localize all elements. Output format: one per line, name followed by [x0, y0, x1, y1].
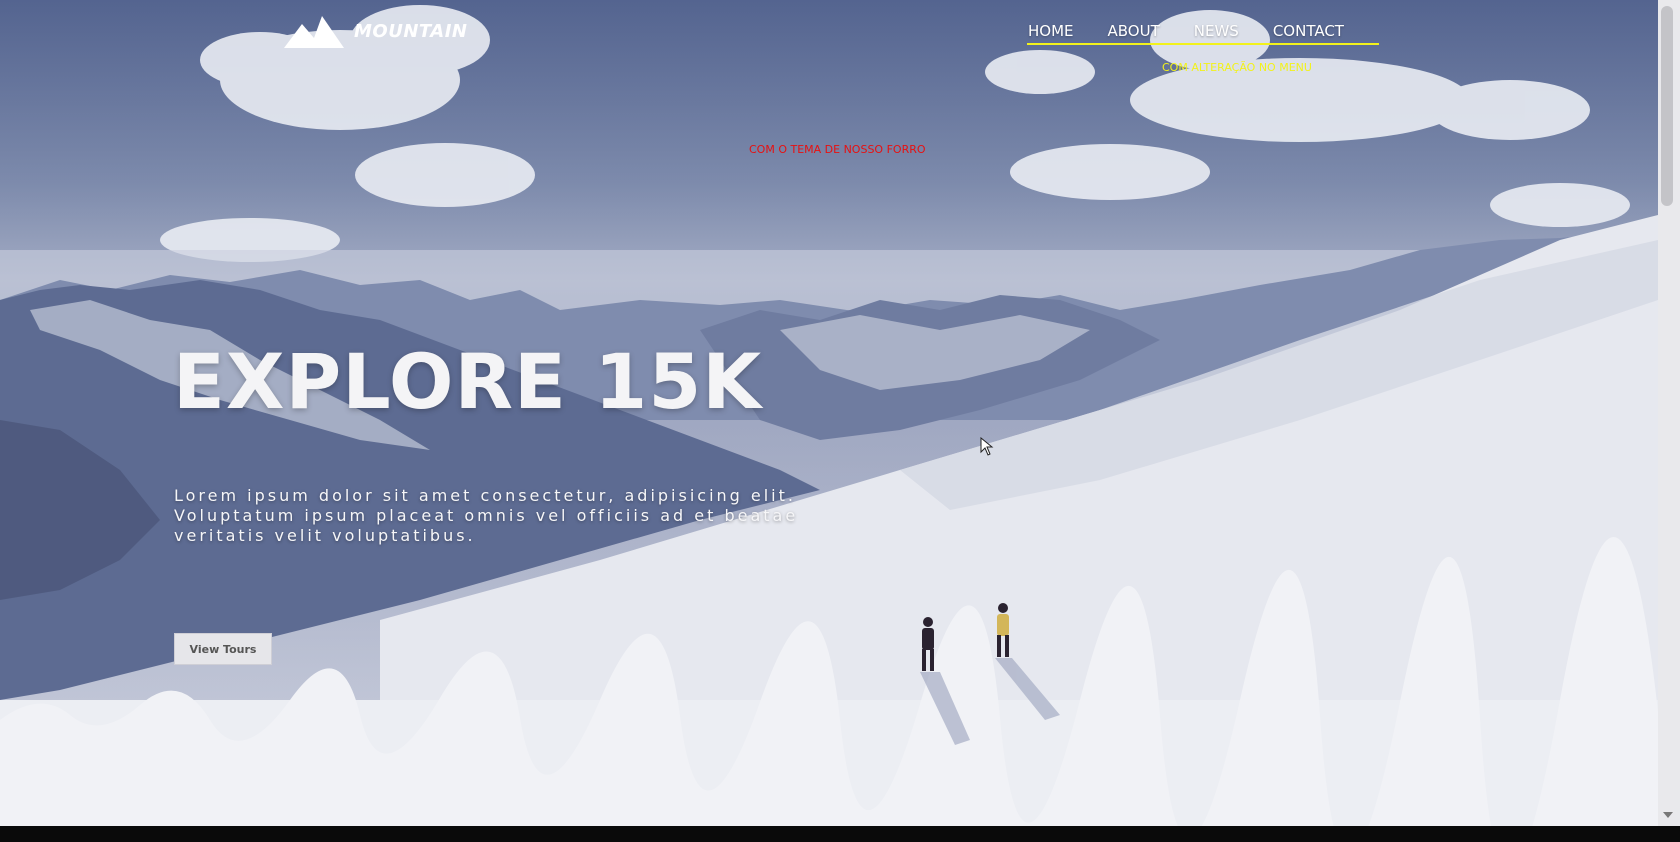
bottom-bar	[0, 826, 1680, 842]
scroll-down-arrow-icon[interactable]	[1663, 812, 1673, 818]
nav-underline	[1027, 43, 1379, 45]
menu-change-note: COM ALTERAÇÃO NO MENU	[1162, 61, 1312, 74]
nav-news[interactable]: NEWS	[1194, 22, 1239, 40]
mountain-peaks-icon	[284, 16, 344, 48]
hero-title: EXPLORE 15K	[173, 337, 763, 426]
nav-home[interactable]: HOME	[1028, 22, 1074, 40]
nav-contact[interactable]: CONTACT	[1273, 22, 1344, 40]
main-nav: HOME ABOUT NEWS CONTACT	[1028, 22, 1344, 40]
hero-description: Lorem ipsum dolor sit amet consectetur, …	[174, 486, 799, 545]
theme-note: COM O TEMA DE NOSSO FORRO	[749, 143, 926, 156]
nav-about[interactable]: ABOUT	[1108, 22, 1160, 40]
arrow-cursor-icon	[980, 437, 994, 456]
hero-section: MOUNTAIN HOME ABOUT NEWS CONTACT COM ALT…	[0, 0, 1658, 826]
scrollbar-thumb[interactable]	[1661, 6, 1673, 206]
brand-logo[interactable]: MOUNTAIN	[284, 14, 467, 48]
view-tours-button[interactable]: View Tours	[174, 633, 272, 665]
brand-name: MOUNTAIN	[354, 20, 468, 42]
